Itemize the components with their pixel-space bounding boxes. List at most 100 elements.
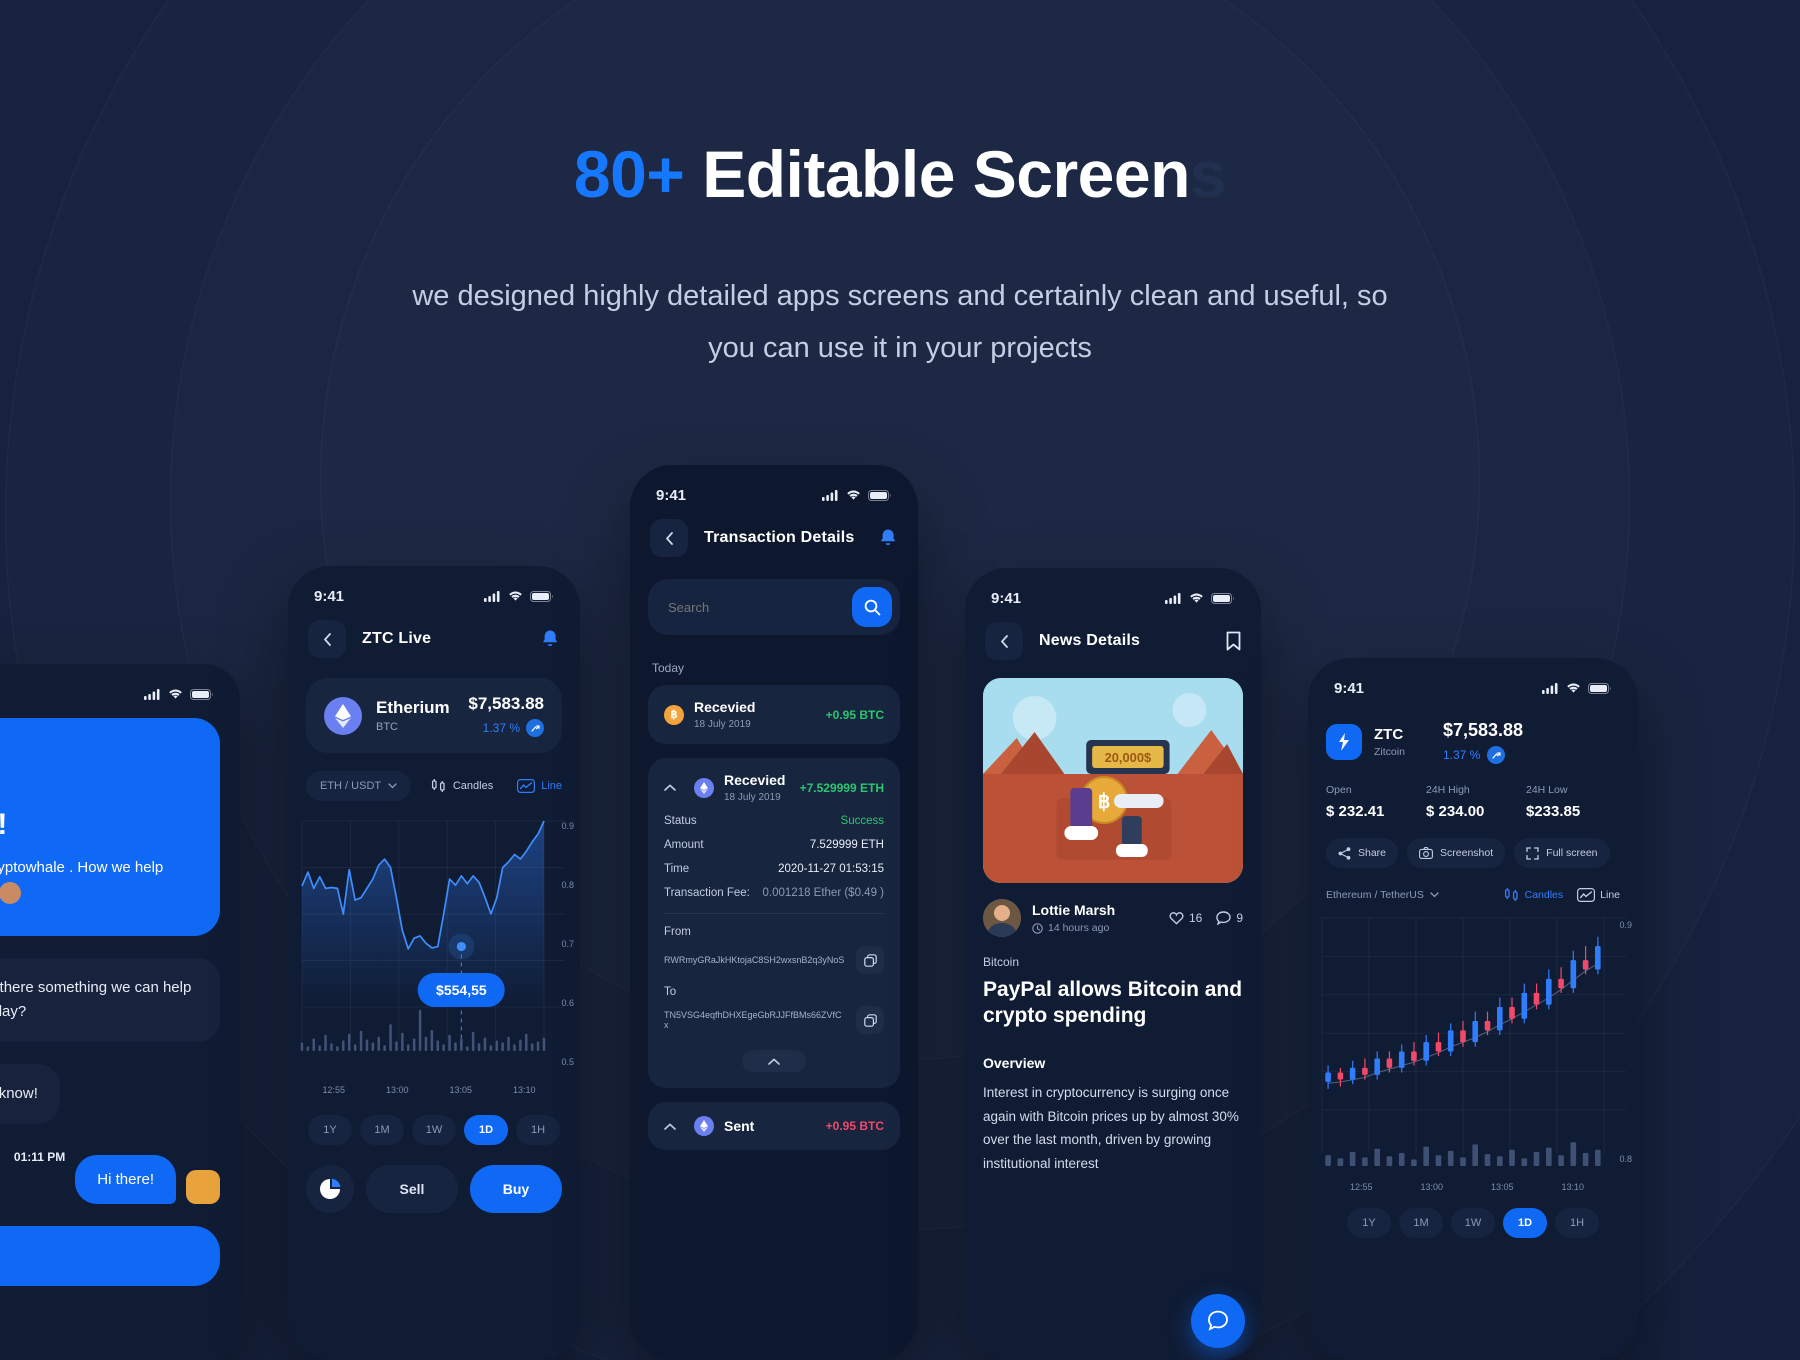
copy-icon[interactable] (856, 946, 884, 974)
transaction-detail-row: Time 2020-11-27 01:53:15 (664, 863, 884, 875)
y-tick: 0.5 (561, 1057, 574, 1067)
candlestick-chart[interactable]: 0.9 0.8 (1308, 914, 1638, 1182)
coin-symbol: BTC (376, 721, 398, 733)
back-button[interactable] (985, 622, 1023, 660)
whale-logo-icon (0, 722, 6, 812)
transaction-row-expanded[interactable]: Recevied 18 July 2019 +7.529999 ETH Stat… (648, 758, 900, 1088)
transaction-amount: +0.95 BTC (825, 1119, 884, 1133)
fullscreen-icon (1526, 846, 1539, 860)
bookmark-icon[interactable] (1226, 631, 1241, 651)
ztc-icon (1326, 724, 1362, 760)
chevron-up-icon[interactable] (664, 784, 684, 791)
transaction-date: 18 July 2019 (694, 719, 751, 730)
back-button[interactable] (308, 620, 346, 658)
back-button[interactable] (650, 519, 688, 557)
range-1Y[interactable]: 1Y (308, 1115, 352, 1145)
divider (664, 913, 884, 914)
stat-value: $233.85 (1526, 803, 1581, 820)
range-1D[interactable]: 1D (464, 1115, 508, 1145)
sell-button[interactable]: Sell (366, 1165, 458, 1213)
coin-price: $7,583.88 (468, 694, 544, 713)
bitcoin-icon: ฿ (664, 704, 684, 725)
range-1W[interactable]: 1W (412, 1115, 456, 1145)
x-tick: 12:55 (322, 1085, 346, 1095)
user-avatar (186, 1170, 220, 1205)
y-tick: 0.7 (561, 939, 574, 949)
from-label: From (664, 926, 691, 938)
battery-icon (530, 590, 553, 602)
transaction-amount: +7.529999 ETH (799, 780, 884, 795)
collapse-button[interactable] (742, 1050, 806, 1072)
chat-icon (1208, 1310, 1228, 1331)
chat-input-bar[interactable] (0, 1226, 220, 1287)
phone-ztc-live-screen: 9:41 ZTC Live Etherium BTC $7,583.88 1.3… (288, 566, 580, 1360)
x-tick: 13:05 (449, 1085, 473, 1095)
pair-select[interactable]: Ethereum / TetherUS (1326, 889, 1439, 901)
phone-transaction-details-screen: 9:41 Transaction Details Today ฿ Recevie… (630, 465, 918, 1360)
range-1M[interactable]: 1M (1399, 1208, 1443, 1238)
mode-line[interactable]: Line (517, 779, 562, 793)
line-chart[interactable]: 0.9 0.8 0.7 0.6 0.5 $554,55 (288, 815, 580, 1085)
author-age: 14 hours ago (1032, 922, 1115, 934)
bell-icon[interactable] (878, 528, 898, 549)
cellular-icon (144, 688, 160, 700)
hero-section: 80+ Editable Screens we designed highly … (0, 0, 1800, 375)
buy-button[interactable]: Buy (470, 1165, 562, 1213)
mode-candles[interactable]: Candles (1504, 888, 1563, 902)
search-input[interactable] (668, 599, 852, 615)
y-tick: 0.9 (561, 821, 574, 831)
transaction-row-collapsed[interactable]: ฿ Recevied 18 July 2019 +0.95 BTC (648, 685, 900, 744)
trend-up-icon (526, 719, 544, 737)
clock-icon (1032, 922, 1043, 934)
bell-icon[interactable] (540, 629, 560, 650)
coin-summary-card[interactable]: Etherium BTC $7,583.88 1.37 % (306, 678, 562, 753)
chevron-up-icon[interactable] (664, 1123, 684, 1130)
range-1H[interactable]: 1H (516, 1115, 560, 1145)
mode-line[interactable]: Line (1577, 888, 1620, 902)
ethereum-icon (694, 777, 714, 798)
to-address: TN5VSG4eqfhDHXEgeGbRJJFfBMs66ZVfCx (664, 1010, 842, 1030)
full-screen-chip[interactable]: Full screen (1514, 838, 1610, 868)
news-hero-image: 20,000$ ฿ (983, 678, 1243, 883)
comment-icon (1216, 911, 1232, 925)
stat-item: 24H Low $233.85 (1526, 784, 1620, 820)
battery-icon (1588, 682, 1611, 694)
chat-fab-button[interactable] (1191, 1294, 1245, 1348)
phone-chat-screen: there! come to Cryptowhale . How we help… (0, 664, 240, 1360)
chart-tooltip: $554,55 (418, 972, 505, 1007)
author-name: Lottie Marsh (1032, 902, 1116, 918)
to-label: To (664, 986, 677, 998)
line-chart-icon (1577, 888, 1596, 902)
range-1H[interactable]: 1H (1555, 1208, 1599, 1238)
transaction-detail-row: Transaction Fee: 0.001218 Ether ($0.49 ) (664, 887, 884, 899)
coin-name: ZTC (1374, 726, 1404, 743)
range-selector: 1Y 1M 1W 1D 1H (288, 1115, 580, 1145)
mode-candles[interactable]: Candles (431, 779, 493, 793)
range-1M[interactable]: 1M (360, 1115, 404, 1145)
transaction-date: 18 July 2019 (724, 792, 781, 803)
range-selector: 1Y 1M 1W 1D 1H (1308, 1208, 1638, 1238)
cellular-icon (1542, 682, 1558, 694)
candles-icon (431, 779, 445, 792)
x-tick: 13:05 (1490, 1182, 1514, 1192)
search-button[interactable] (852, 587, 892, 627)
from-address: RWRmyGRaJkHKtojaC8SH2wxsnB2q3yNoS (664, 955, 845, 965)
stat-label: 24H High (1426, 784, 1470, 796)
range-1W[interactable]: 1W (1451, 1208, 1495, 1238)
stat-item: Open $ 232.41 (1326, 784, 1420, 820)
status-bar (0, 664, 240, 708)
ohlc-stats: Open $ 232.41 24H High $ 234.00 24H Low $233.… (1326, 784, 1620, 820)
transaction-row-sent[interactable]: Sent +0.95 BTC (648, 1102, 900, 1150)
pie-chart-icon[interactable] (306, 1165, 354, 1213)
phone-candle-chart-screen: 9:41 ZTC Zitcoin $7,583.88 1.37 % Open $ … (1308, 658, 1638, 1360)
search-bar (648, 579, 900, 635)
range-1Y[interactable]: 1Y (1347, 1208, 1391, 1238)
copy-icon[interactable] (856, 1006, 884, 1034)
share-chip[interactable]: Share (1326, 838, 1399, 868)
chart-x-axis: 12:55 13:00 13:05 13:10 (1308, 1182, 1638, 1192)
screenshot-chip[interactable]: Screenshot (1407, 838, 1506, 868)
comment-stat[interactable]: 9 (1216, 911, 1243, 925)
pair-select[interactable]: ETH / USDT (306, 771, 412, 801)
range-1D[interactable]: 1D (1503, 1208, 1547, 1238)
like-stat[interactable]: 16 (1169, 911, 1202, 925)
